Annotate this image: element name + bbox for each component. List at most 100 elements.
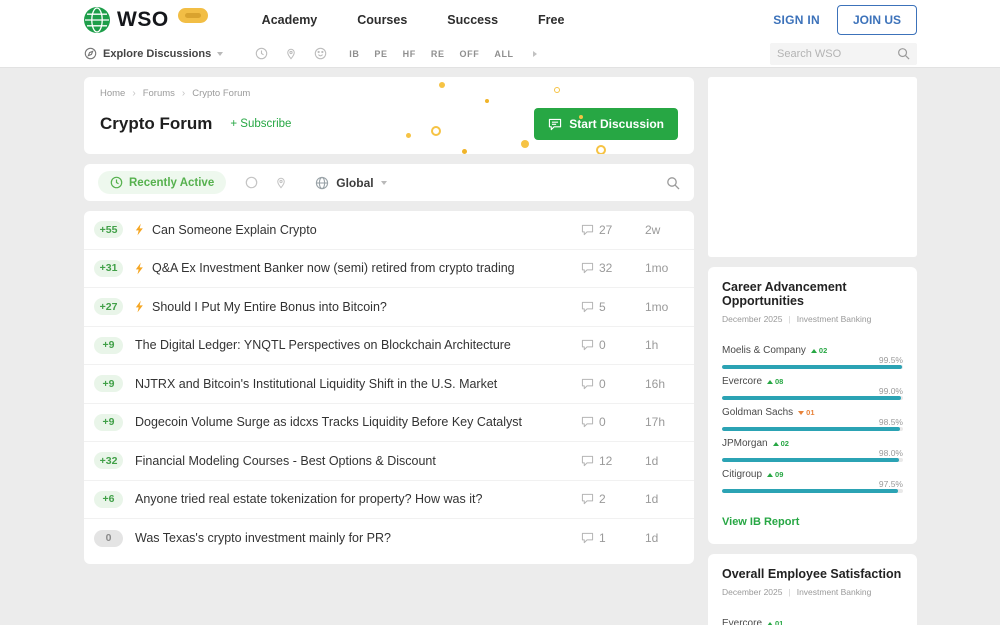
- comment-icon: [581, 339, 594, 351]
- comment-icon: [581, 301, 594, 313]
- nav-item-success[interactable]: Success: [447, 13, 498, 27]
- thread-title[interactable]: Can Someone Explain Crypto: [152, 223, 317, 237]
- thread-row[interactable]: +9 The Digital Ledger: YNQTL Perspective…: [84, 327, 694, 365]
- search-input[interactable]: [777, 47, 897, 60]
- auth-area: SIGN IN JOIN US: [773, 5, 917, 35]
- thread-title[interactable]: Q&A Ex Investment Banker now (semi) reti…: [152, 261, 515, 275]
- thread-meta: 2 1d: [581, 492, 681, 506]
- progress-track: [722, 427, 903, 431]
- wso-logo[interactable]: WSO: [84, 7, 208, 33]
- recently-active-filter[interactable]: Recently Active: [98, 171, 227, 194]
- category-ib[interactable]: IB: [349, 49, 359, 59]
- thread-row[interactable]: +6 Anyone tried real estate tokenization…: [84, 481, 694, 519]
- thread-title[interactable]: Should I Put My Entire Bonus into Bitcoi…: [152, 300, 387, 314]
- nav-item-free[interactable]: Free: [538, 13, 564, 27]
- vote-badge[interactable]: 0: [94, 529, 123, 547]
- thread-title[interactable]: NJTRX and Bitcoin's Institutional Liquid…: [135, 377, 497, 391]
- view-ib-report-link[interactable]: View IB Report: [722, 516, 799, 528]
- category-off[interactable]: OFF: [460, 49, 480, 59]
- subscribe-link[interactable]: + Subscribe: [230, 118, 291, 130]
- company-name[interactable]: Moelis & Company: [722, 345, 806, 356]
- company-ranking-list: Moelis & Company 02 99.5% Evercore 08 99…: [722, 345, 903, 493]
- thread-row[interactable]: +27 Should I Put My Entire Bonus into Bi…: [84, 288, 694, 327]
- breadcrumb: Home Forums Crypto Forum: [100, 88, 678, 99]
- popular-icon[interactable]: [245, 176, 258, 189]
- category-pe[interactable]: PE: [374, 49, 387, 59]
- pinned-icon[interactable]: [275, 177, 287, 189]
- comment-icon: [581, 493, 594, 505]
- logo-badge: [177, 7, 208, 23]
- caret-up-icon: [767, 379, 774, 384]
- logo-text: WSO: [117, 8, 169, 31]
- thread-title[interactable]: The Digital Ledger: YNQTL Perspectives o…: [135, 338, 511, 352]
- progress-track: [722, 458, 903, 462]
- comment-icon: [581, 262, 594, 274]
- chevron-right-icon[interactable]: [532, 50, 537, 57]
- comment-icon: [581, 455, 594, 467]
- company-name[interactable]: Citigroup: [722, 469, 762, 480]
- vote-badge[interactable]: +9: [94, 336, 123, 354]
- confetti-decoration: [521, 140, 529, 148]
- vote-badge[interactable]: +27: [94, 298, 123, 316]
- thread-row[interactable]: +31 Q&A Ex Investment Banker now (semi) …: [84, 250, 694, 288]
- comment-count: 1: [581, 531, 627, 545]
- thread-row[interactable]: +9 Dogecoin Volume Surge as idcxs Tracks…: [84, 404, 694, 442]
- card-meta: December 2025 Investment Banking: [722, 314, 903, 324]
- comment-count: 27: [581, 223, 627, 237]
- caret-down-icon: [798, 410, 805, 415]
- thread-time: 1d: [645, 531, 659, 546]
- vote-badge[interactable]: +32: [94, 452, 123, 470]
- company-row: JPMorgan 02 98.0%: [722, 438, 903, 462]
- explore-discussions-dropdown[interactable]: Explore Discussions: [84, 47, 224, 60]
- vote-badge[interactable]: +9: [94, 413, 123, 431]
- caret-up-icon: [767, 472, 774, 477]
- comment-icon: [581, 378, 594, 390]
- thread-title[interactable]: Anyone tried real estate tokenization fo…: [135, 492, 482, 506]
- pinned-icon[interactable]: [285, 48, 297, 60]
- company-name[interactable]: Evercore: [722, 376, 762, 387]
- nav-item-courses[interactable]: Courses: [357, 13, 407, 27]
- scope-dropdown[interactable]: Global: [315, 176, 387, 190]
- main-nav: Academy Courses Success Free: [262, 13, 565, 27]
- breadcrumb-forums[interactable]: Forums: [143, 88, 175, 99]
- thread-row[interactable]: +32 Financial Modeling Courses - Best Op…: [84, 442, 694, 481]
- thread-time: 1h: [645, 338, 659, 353]
- chevron-down-icon: [217, 51, 224, 56]
- start-discussion-button[interactable]: Start Discussion: [534, 108, 678, 140]
- join-us-button[interactable]: JOIN US: [836, 5, 917, 35]
- thread-row[interactable]: +55 Can Someone Explain Crypto 27 2w: [84, 211, 694, 250]
- company-name[interactable]: Evercore: [722, 618, 762, 625]
- thread-meta: 0 1h: [581, 338, 681, 352]
- company-name[interactable]: Goldman Sachs: [722, 407, 793, 418]
- vote-badge[interactable]: +9: [94, 375, 123, 393]
- smiley-icon[interactable]: [314, 47, 327, 60]
- nav-item-academy[interactable]: Academy: [262, 13, 318, 27]
- sign-in-link[interactable]: SIGN IN: [773, 13, 820, 27]
- chat-icon: [549, 118, 562, 130]
- thread-time: 1mo: [645, 261, 669, 276]
- category-hf[interactable]: HF: [403, 49, 416, 59]
- vote-badge[interactable]: +31: [94, 259, 123, 277]
- recent-icon[interactable]: [255, 47, 268, 60]
- company-name[interactable]: JPMorgan: [722, 438, 768, 449]
- progress-fill: [722, 396, 902, 400]
- career-advancement-card: Career Advancement Opportunities Decembe…: [708, 267, 917, 544]
- vote-badge[interactable]: +55: [94, 221, 123, 239]
- comment-icon: [581, 416, 594, 428]
- search-icon[interactable]: [897, 47, 910, 60]
- category-all[interactable]: ALL: [494, 49, 513, 59]
- forum-search-icon[interactable]: [666, 176, 680, 190]
- active-filter-label: Recently Active: [129, 176, 215, 189]
- category-re[interactable]: RE: [431, 49, 445, 59]
- thread-title[interactable]: Dogecoin Volume Surge as idcxs Tracks Li…: [135, 415, 522, 429]
- breadcrumb-home[interactable]: Home: [100, 88, 125, 99]
- thread-row[interactable]: +9 NJTRX and Bitcoin's Institutional Liq…: [84, 365, 694, 404]
- company-percent: 99.5%: [878, 355, 903, 365]
- thread-title[interactable]: Was Texas's crypto investment mainly for…: [135, 531, 391, 545]
- thread-row[interactable]: 0 Was Texas's crypto investment mainly f…: [84, 519, 694, 558]
- page-content: Home Forums Crypto Forum Crypto Forum + …: [0, 68, 1000, 625]
- vote-badge[interactable]: +6: [94, 490, 123, 508]
- card-date: December 2025: [722, 314, 783, 324]
- thread-title[interactable]: Financial Modeling Courses - Best Option…: [135, 454, 436, 468]
- company-row: Moelis & Company 02 99.5%: [722, 345, 903, 369]
